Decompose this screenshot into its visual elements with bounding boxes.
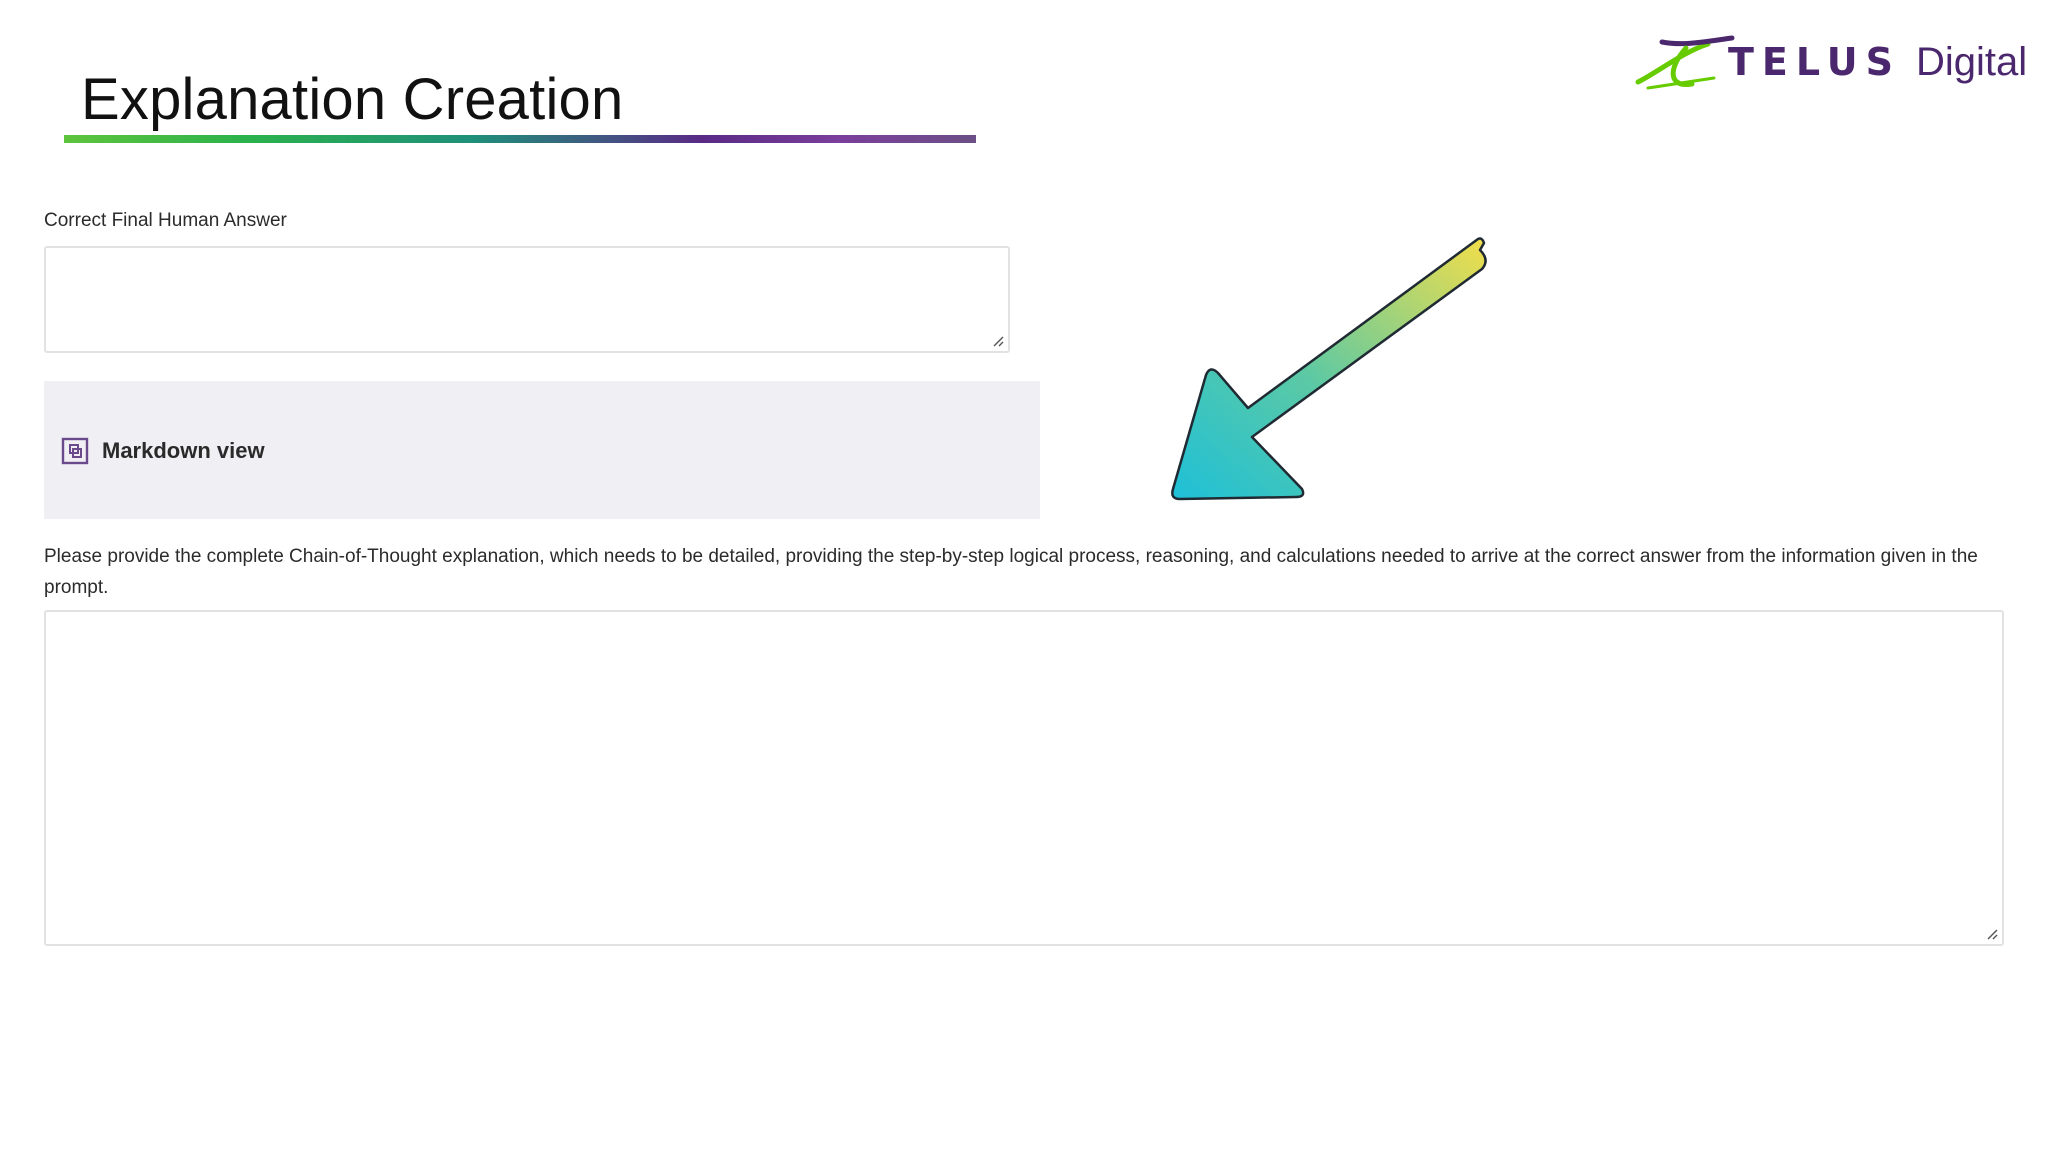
- markdown-view-label: Markdown view: [102, 438, 265, 463]
- telus-logo-mark-icon: [1635, 35, 1735, 90]
- telus-digital-logo: TELUS Digital: [1628, 32, 2028, 96]
- gradient-arrow-icon: [1160, 225, 1520, 515]
- markdown-view-toggle[interactable]: Markdown view: [60, 436, 265, 466]
- logo-brand-text: TELUS: [1728, 40, 1901, 84]
- resize-grip-icon[interactable]: [1986, 928, 1998, 940]
- explanation-instructions: Please provide the complete Chain-of-Tho…: [44, 546, 1978, 598]
- markdown-view-panel: Markdown view: [44, 381, 1040, 519]
- markdown-view-icon: [61, 437, 89, 465]
- resize-grip-icon[interactable]: [992, 335, 1004, 347]
- final-answer-textarea[interactable]: [44, 246, 1010, 353]
- title-underline: [64, 135, 976, 143]
- explanation-textarea[interactable]: [44, 610, 2004, 946]
- slide-page: Explanation Creation TELUS Digital Corre…: [0, 0, 2048, 1152]
- page-title: Explanation Creation: [81, 67, 624, 132]
- logo-suffix-text: Digital: [1916, 40, 2028, 84]
- answer-field-label: Correct Final Human Answer: [44, 210, 287, 231]
